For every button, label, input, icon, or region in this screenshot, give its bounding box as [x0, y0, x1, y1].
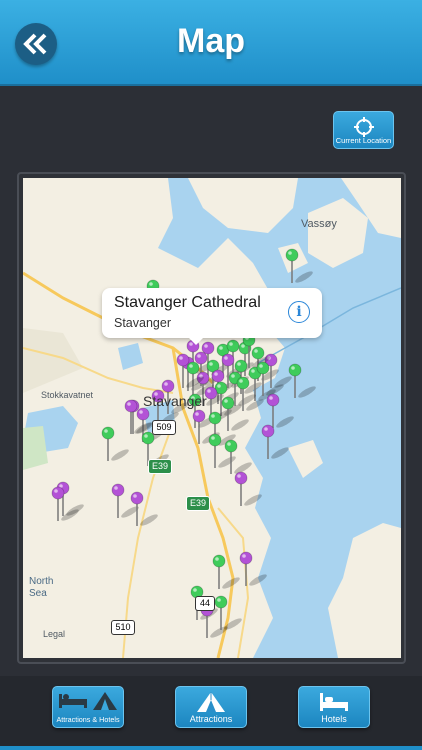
hotel-pin[interactable]	[288, 363, 317, 400]
place-label-stavanger: Stavanger	[143, 393, 207, 409]
map-legal-link[interactable]: Legal	[43, 629, 65, 639]
current-location-button[interactable]: Current Location	[333, 111, 394, 149]
callout-title: Stavanger Cathedral	[114, 294, 261, 311]
place-label-stokkavatnet: Stokkavatnet	[41, 390, 94, 400]
tent-icon	[176, 691, 246, 713]
land-island-mid-east	[288, 440, 323, 478]
road-shield-e39-b: E39	[186, 496, 210, 511]
current-location-label: Current Location	[335, 136, 392, 145]
map-view[interactable]: 509 E39 E39 44 510 Vassøy Stokkavatnet S…	[23, 178, 401, 658]
place-label-north-sea: North Sea	[29, 576, 54, 599]
header-bar: Map	[0, 0, 422, 86]
tab-attractions[interactable]: Attractions	[175, 686, 247, 728]
map-callout[interactable]: Stavanger Cathedral Stavanger i	[102, 288, 322, 338]
tab-label: Attractions & Hotels	[56, 715, 120, 724]
page-title: Map	[177, 22, 245, 60]
attraction-pin[interactable]	[261, 424, 290, 461]
attraction-pin[interactable]	[266, 393, 295, 430]
bottom-accent-line	[0, 746, 422, 750]
info-icon[interactable]: i	[288, 301, 310, 323]
tab-label: Attractions	[189, 714, 233, 724]
place-label-vassoy: Vassøy	[301, 218, 337, 230]
tab-hotels[interactable]: Hotels	[298, 686, 370, 728]
road-shield-e39-a: E39	[148, 459, 172, 474]
crosshair-icon	[354, 117, 374, 137]
road-shield-44: 44	[195, 596, 215, 611]
callout-subtitle: Stavanger	[114, 316, 171, 330]
map-canvas	[23, 178, 401, 658]
road-shield-509: 509	[152, 420, 176, 435]
road-shield-510: 510	[111, 620, 135, 635]
bed-icon	[299, 691, 369, 713]
bed-and-tent-icon	[53, 691, 123, 711]
callout-pointer	[187, 336, 205, 345]
land-island-north	[188, 178, 298, 233]
tab-attractions-hotels[interactable]: Attractions & Hotels	[52, 686, 124, 728]
tab-label: Hotels	[321, 714, 347, 724]
land-island-southeast	[328, 523, 401, 658]
land-island-vassoy	[308, 198, 368, 268]
